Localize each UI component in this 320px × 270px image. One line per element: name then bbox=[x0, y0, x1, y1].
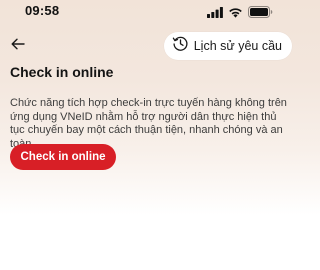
status-icons bbox=[207, 5, 273, 23]
back-button[interactable] bbox=[9, 37, 27, 55]
status-bar: 09:58 bbox=[0, 0, 300, 26]
arrow-left-icon bbox=[11, 37, 25, 55]
battery-icon bbox=[248, 5, 273, 23]
signal-icon bbox=[207, 5, 223, 23]
wifi-icon bbox=[228, 5, 243, 23]
header: Lịch sử yêu cầu bbox=[0, 30, 300, 64]
clock-history-icon bbox=[172, 35, 189, 57]
history-button[interactable]: Lịch sử yêu cầu bbox=[163, 32, 292, 60]
history-button-label: Lịch sử yêu cầu bbox=[193, 39, 282, 53]
check-in-online-button[interactable]: Check in online bbox=[10, 144, 116, 170]
feature-description: Chức năng tích hợp check-in trực tuyến h… bbox=[10, 97, 287, 150]
status-time: 09:58 bbox=[25, 3, 60, 18]
page-title: Check in online bbox=[10, 64, 114, 80]
